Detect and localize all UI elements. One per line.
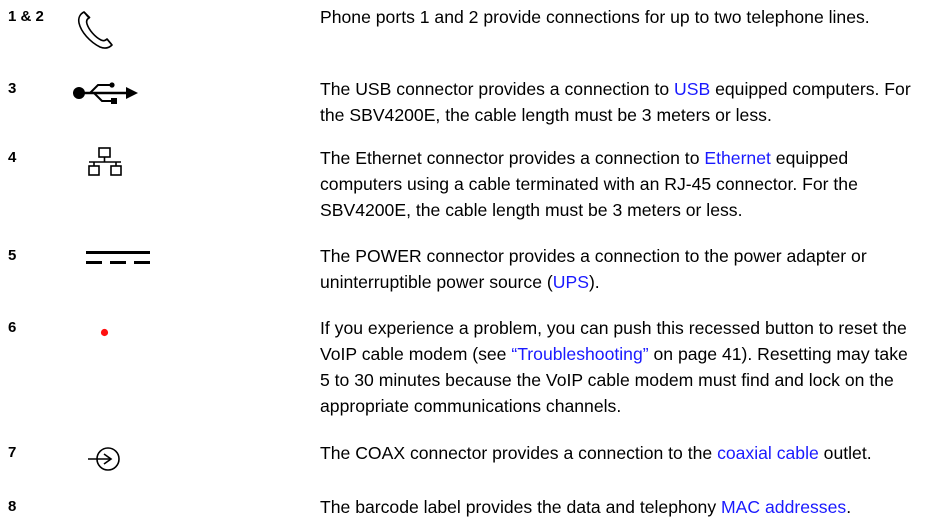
phone-icon	[76, 8, 118, 57]
description-line: uninterruptible power source (UPS).	[320, 269, 920, 295]
description-text: on page 41). Resetting may take	[648, 344, 908, 364]
description-text: ).	[588, 272, 600, 292]
glossary-link[interactable]: coaxial cable	[717, 443, 819, 463]
description-text: outlet.	[818, 443, 872, 463]
description-line: If you experience a problem, you can pus…	[320, 315, 920, 341]
description-text: If you experience a problem, you can pus…	[320, 318, 907, 338]
glossary-link[interactable]: Ethernet	[704, 148, 771, 168]
port-number: 5	[8, 247, 17, 264]
description-line: the SBV4200E, the cable length must be 3…	[320, 102, 920, 128]
port-description: The barcode label provides the data and …	[320, 494, 920, 520]
glossary-link[interactable]: UPS	[553, 272, 589, 292]
reset-dot-icon	[100, 324, 109, 342]
port-description: The POWER connector provides a connectio…	[320, 243, 920, 295]
description-line: SBV4200E, the cable length must be 3 met…	[320, 197, 920, 223]
port-description: The Ethernet connector provides a connec…	[320, 145, 920, 223]
glossary-link[interactable]: USB	[674, 79, 710, 99]
description-text: The COAX connector provides a connection…	[320, 443, 718, 463]
description-text: equipped computers. For	[710, 79, 911, 99]
glossary-link[interactable]: MAC addresses	[721, 497, 846, 517]
description-text: The Ethernet connector provides a connec…	[320, 148, 705, 168]
port-description: The COAX connector provides a connection…	[320, 440, 920, 466]
description-line: The USB connector provides a connection …	[320, 76, 920, 102]
port-description: Phone ports 1 and 2 provide connections …	[320, 4, 920, 30]
port-description: If you experience a problem, you can pus…	[320, 315, 920, 419]
ethernet-icon	[87, 147, 123, 182]
description-line: The COAX connector provides a connection…	[320, 440, 920, 466]
port-number: 8	[8, 498, 17, 515]
port-number: 6	[8, 319, 17, 336]
usb-icon	[72, 82, 138, 109]
coax-icon	[87, 444, 123, 479]
port-number: 1 & 2	[8, 8, 44, 25]
description-text: the SBV4200E, the cable length must be 3…	[320, 105, 772, 125]
description-text: Phone ports 1 and 2 provide connections …	[320, 7, 870, 27]
port-number: 3	[8, 80, 17, 97]
description-text: appropriate communications channels.	[320, 396, 622, 416]
description-text: The POWER connector provides a connectio…	[320, 246, 867, 266]
description-line: appropriate communications channels.	[320, 393, 920, 419]
description-line: Phone ports 1 and 2 provide connections …	[320, 4, 920, 30]
description-line: The POWER connector provides a connectio…	[320, 243, 920, 269]
description-text: The barcode label provides the data and …	[320, 497, 722, 517]
description-text: .	[846, 497, 852, 517]
description-text: 5 to 30 minutes because the VoIP cable m…	[320, 370, 894, 390]
description-line: The Ethernet connector provides a connec…	[320, 145, 920, 171]
port-number: 7	[8, 444, 17, 461]
description-text: The USB connector provides a connection …	[320, 79, 675, 99]
description-line: VoIP cable modem (see “Troubleshooting” …	[320, 341, 920, 367]
description-text: equipped	[770, 148, 849, 168]
description-line: The barcode label provides the data and …	[320, 494, 920, 520]
port-description: The USB connector provides a connection …	[320, 76, 920, 128]
description-line: 5 to 30 minutes because the VoIP cable m…	[320, 367, 920, 393]
description-text: VoIP cable modem (see	[320, 344, 512, 364]
port-number: 4	[8, 149, 17, 166]
description-text: SBV4200E, the cable length must be 3 met…	[320, 200, 743, 220]
glossary-link[interactable]: “Troubleshooting”	[511, 344, 648, 364]
dc-power-icon	[86, 251, 150, 270]
description-text: uninterruptible power source (	[320, 272, 553, 292]
description-text: computers using a cable terminated with …	[320, 174, 858, 194]
description-line: computers using a cable terminated with …	[320, 171, 920, 197]
